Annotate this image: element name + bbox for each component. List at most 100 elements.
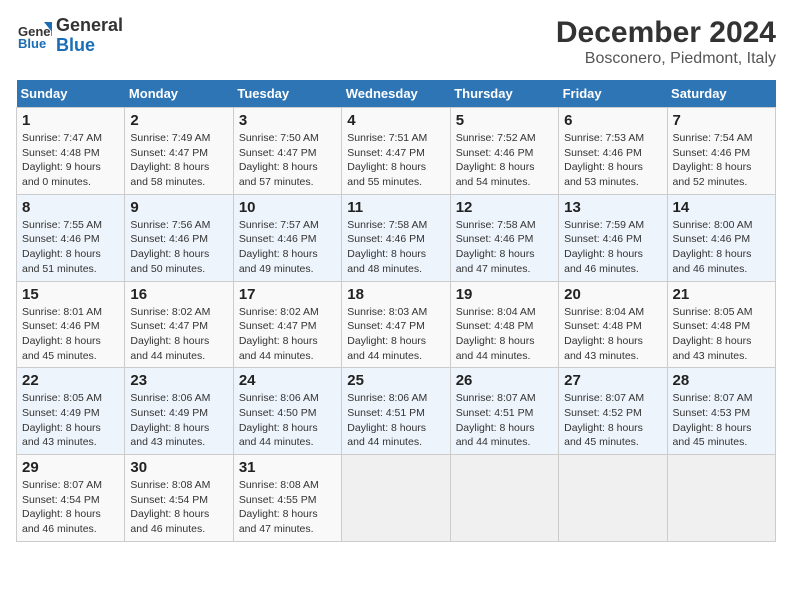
- sunset-text: Sunset: 4:49 PM: [22, 407, 100, 419]
- sunrise-text: Sunrise: 8:04 AM: [564, 306, 644, 318]
- daylight-text-cont: and 44 minutes.: [239, 436, 314, 448]
- calendar-cell: 17Sunrise: 8:02 AMSunset: 4:47 PMDayligh…: [233, 281, 341, 368]
- weekday-header: Friday: [559, 80, 667, 108]
- day-info: Sunrise: 7:49 AMSunset: 4:47 PMDaylight:…: [130, 131, 227, 190]
- day-number: 11: [347, 199, 444, 216]
- sunrise-text: Sunrise: 8:04 AM: [456, 306, 536, 318]
- svg-text:Blue: Blue: [18, 36, 46, 51]
- calendar-table: SundayMondayTuesdayWednesdayThursdayFrid…: [16, 80, 776, 542]
- day-number: 6: [564, 112, 661, 129]
- day-number: 5: [456, 112, 553, 129]
- day-number: 17: [239, 286, 336, 303]
- daylight-text: Daylight: 8 hours: [564, 248, 643, 260]
- daylight-text: Daylight: 8 hours: [130, 161, 209, 173]
- sunset-text: Sunset: 4:46 PM: [673, 147, 751, 159]
- calendar-cell: 23Sunrise: 8:06 AMSunset: 4:49 PMDayligh…: [125, 368, 233, 455]
- day-number: 18: [347, 286, 444, 303]
- daylight-text-cont: and 44 minutes.: [239, 350, 314, 362]
- day-number: 26: [456, 372, 553, 389]
- daylight-text-cont: and 50 minutes.: [130, 263, 205, 275]
- sunset-text: Sunset: 4:47 PM: [239, 147, 317, 159]
- calendar-cell: 29Sunrise: 8:07 AMSunset: 4:54 PMDayligh…: [17, 455, 125, 542]
- weekday-header: Thursday: [450, 80, 558, 108]
- day-number: 21: [673, 286, 770, 303]
- day-info: Sunrise: 7:53 AMSunset: 4:46 PMDaylight:…: [564, 131, 661, 190]
- day-info: Sunrise: 8:06 AM Sunset: 4:49 PM Daylight:…: [130, 391, 227, 450]
- calendar-cell: 22Sunrise: 8:05 AMSunset: 4:49 PMDayligh…: [17, 368, 125, 455]
- day-number: 14: [673, 199, 770, 216]
- daylight-text: Daylight: 8 hours: [22, 335, 101, 347]
- day-info: Sunrise: 8:02 AMSunset: 4:47 PMDaylight:…: [130, 305, 227, 364]
- day-number: 15: [22, 286, 119, 303]
- sunrise-text: Sunrise: 7:57 AM: [239, 219, 319, 231]
- day-info: Sunrise: 8:06 AMSunset: 4:51 PMDaylight:…: [347, 391, 444, 450]
- day-info: Sunrise: 8:04 AMSunset: 4:48 PMDaylight:…: [564, 305, 661, 364]
- sunrise-text: Sunrise: 8:01 AM: [22, 306, 102, 318]
- day-number: 30: [130, 459, 227, 476]
- sunset-text: Sunset: 4:46 PM: [456, 233, 534, 245]
- sunrise-text: Sunrise: 8:07 AM: [456, 392, 536, 404]
- calendar-cell: 7Sunrise: 7:54 AMSunset: 4:46 PMDaylight…: [667, 108, 775, 195]
- calendar-week-row: 22Sunrise: 8:05 AMSunset: 4:49 PMDayligh…: [17, 368, 776, 455]
- header-row: SundayMondayTuesdayWednesdayThursdayFrid…: [17, 80, 776, 108]
- daylight-text: Daylight: 8 hours: [239, 422, 318, 434]
- sunset-text: Sunset: 4:46 PM: [22, 233, 100, 245]
- sunset-text: Sunset: 4:52 PM: [564, 407, 642, 419]
- daylight-text: Daylight: 8 hours: [673, 161, 752, 173]
- day-info: Sunrise: 7:52 AMSunset: 4:46 PMDaylight:…: [456, 131, 553, 190]
- daylight-text: Daylight: 8 hours: [347, 248, 426, 260]
- day-info: Sunrise: 8:03 AMSunset: 4:47 PMDaylight:…: [347, 305, 444, 364]
- day-info: Sunrise: 8:05 AMSunset: 4:48 PMDaylight:…: [673, 305, 770, 364]
- day-number: 29: [22, 459, 119, 476]
- sunset-text: Sunset: 4:47 PM: [130, 147, 208, 159]
- day-number: 31: [239, 459, 336, 476]
- sunset-text: Sunset: 4:49 PM: [130, 407, 208, 419]
- sunrise-text: Sunrise: 8:06 AM: [347, 392, 427, 404]
- daylight-text-cont: and 49 minutes.: [239, 263, 314, 275]
- sunrise-text: Sunrise: 7:53 AM: [564, 132, 644, 144]
- calendar-week-row: 8Sunrise: 7:55 AMSunset: 4:46 PMDaylight…: [17, 194, 776, 281]
- daylight-text-cont: and 43 minutes.: [673, 350, 748, 362]
- daylight-text-cont: and 47 minutes.: [239, 523, 314, 535]
- day-info: Sunrise: 7:59 AMSunset: 4:46 PMDaylight:…: [564, 218, 661, 277]
- daylight-text: Daylight: 8 hours: [130, 422, 209, 434]
- day-number: 16: [130, 286, 227, 303]
- daylight-text-cont: and 47 minutes.: [456, 263, 531, 275]
- page-subtitle: Bosconero, Piedmont, Italy: [556, 50, 776, 68]
- page-title: December 2024: [556, 16, 776, 50]
- sunrise-text: Sunrise: 7:55 AM: [22, 219, 102, 231]
- sunset-text: Sunset: 4:47 PM: [347, 320, 425, 332]
- day-number: 2: [130, 112, 227, 129]
- daylight-text: Daylight: 8 hours: [130, 335, 209, 347]
- sunrise-text: Sunrise: 7:58 AM: [456, 219, 536, 231]
- daylight-text: Daylight: 8 hours: [130, 248, 209, 260]
- calendar-cell: 24Sunrise: 8:06 AMSunset: 4:50 PMDayligh…: [233, 368, 341, 455]
- sunset-text: Sunset: 4:48 PM: [564, 320, 642, 332]
- sunrise-text: Sunrise: 8:00 AM: [673, 219, 753, 231]
- sunrise-text: Sunrise: 8:07 AM: [673, 392, 753, 404]
- daylight-text: Daylight: 8 hours: [239, 248, 318, 260]
- daylight-text: Daylight: 8 hours: [347, 161, 426, 173]
- daylight-text: Daylight: 8 hours: [22, 508, 101, 520]
- sunrise-text: Sunrise: 7:56 AM: [130, 219, 210, 231]
- sunset-text: Sunset: 4:47 PM: [347, 147, 425, 159]
- sunrise-text: Sunrise: 7:51 AM: [347, 132, 427, 144]
- daylight-text-cont: and 43 minutes.: [22, 436, 97, 448]
- daylight-text-cont: and 44 minutes.: [130, 350, 205, 362]
- sunrise-text: Sunrise: 8:02 AM: [239, 306, 319, 318]
- daylight-text: Daylight: 8 hours: [22, 248, 101, 260]
- sunrise-text: Sunrise: 8:06 AM: [130, 392, 210, 404]
- calendar-cell: 30Sunrise: 8:08 AMSunset: 4:54 PMDayligh…: [125, 455, 233, 542]
- day-info: Sunrise: 7:58 AMSunset: 4:46 PMDaylight:…: [347, 218, 444, 277]
- weekday-header: Saturday: [667, 80, 775, 108]
- day-info: Sunrise: 8:07 AMSunset: 4:52 PMDaylight:…: [564, 391, 661, 450]
- daylight-text: Daylight: 8 hours: [347, 335, 426, 347]
- daylight-text-cont: and 52 minutes.: [673, 176, 748, 188]
- daylight-text-cont: and 45 minutes.: [564, 436, 639, 448]
- day-info: Sunrise: 8:04 AMSunset: 4:48 PMDaylight:…: [456, 305, 553, 364]
- sunrise-text: Sunrise: 7:54 AM: [673, 132, 753, 144]
- day-info: Sunrise: 8:07 AMSunset: 4:51 PMDaylight:…: [456, 391, 553, 450]
- daylight-text-cont: and 46 minutes.: [673, 263, 748, 275]
- day-number: 1: [22, 112, 119, 129]
- daylight-text-cont: and 43 minutes.: [564, 350, 639, 362]
